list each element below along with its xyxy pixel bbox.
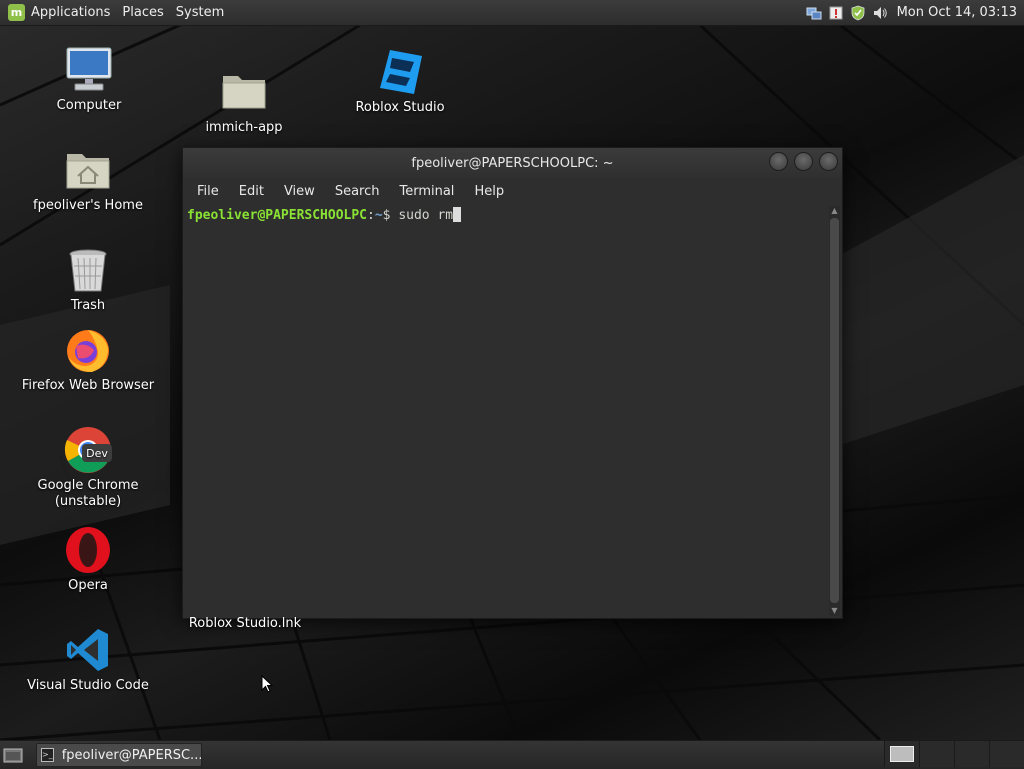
shield-icon[interactable] [850, 5, 866, 21]
desktop-icon-opera[interactable]: Opera [18, 526, 158, 594]
clock[interactable]: Mon Oct 14, 03:13 [897, 5, 1017, 20]
vscode-icon [64, 626, 112, 674]
prompt-separator: : [367, 208, 375, 223]
menu-file[interactable]: File [187, 184, 229, 199]
desktop-icon-roblox-studio[interactable]: Roblox Studio [330, 48, 470, 116]
menu-view[interactable]: View [274, 184, 325, 199]
menu-search[interactable]: Search [325, 184, 390, 199]
chrome-dev-icon: Dev [64, 426, 112, 474]
scroll-thumb[interactable] [830, 218, 839, 603]
applications-menu[interactable]: m Applications [0, 0, 116, 25]
menu-terminal[interactable]: Terminal [389, 184, 464, 199]
prompt-path: ~ [374, 208, 383, 223]
folder-icon [220, 68, 268, 116]
roblox-studio-icon [376, 48, 424, 96]
workspace-switcher [884, 741, 1024, 769]
workspace-2[interactable] [919, 741, 954, 767]
linux-mint-logo-icon: m [8, 4, 25, 21]
desktop-icon-immich-app[interactable]: immich-app [174, 68, 314, 136]
prompt-dollar: $ [382, 208, 391, 223]
network-icon[interactable] [806, 5, 822, 21]
close-button[interactable] [819, 152, 838, 171]
desktop-icon-trash[interactable]: Trash [18, 246, 158, 314]
desktop-icon-firefox[interactable]: Firefox Web Browser [18, 326, 158, 394]
places-menu-label: Places [122, 5, 164, 20]
taskbar-item-label: fpeoliver@PAPERSC... [61, 747, 202, 763]
opera-icon [64, 526, 112, 574]
dev-badge: Dev [86, 447, 108, 460]
volume-icon[interactable] [872, 5, 888, 21]
prompt-user-host: fpeoliver@PAPERSCHOOLPC [187, 208, 368, 223]
applications-menu-label: Applications [31, 5, 111, 20]
desktop-icon-label: Computer [56, 98, 122, 113]
terminal-scrollbar[interactable]: ▲ ▼ [829, 206, 840, 616]
show-desktop-icon[interactable] [2, 744, 24, 766]
desktop-icon-label: Roblox Studio.lnk [188, 616, 302, 631]
desktop-icon-roblox-studio-lnk[interactable]: Roblox Studio.lnk [175, 616, 315, 631]
desktop-icon-label: immich-app [205, 120, 283, 135]
terminal-icon: >_ [41, 748, 54, 762]
system-menu-label: System [175, 5, 225, 20]
command-input[interactable]: sudo rm [391, 208, 453, 223]
system-menu[interactable]: System [170, 0, 230, 25]
computer-icon [65, 46, 113, 94]
bottom-panel: >_ fpeoliver@PAPERSC... [0, 740, 1024, 769]
terminal-titlebar[interactable]: fpeoliver@PAPERSCHOOLPC: ~ [183, 148, 842, 178]
scroll-down-arrow-icon[interactable]: ▼ [829, 606, 840, 616]
workspace-1[interactable] [884, 741, 919, 767]
scroll-up-arrow-icon[interactable]: ▲ [829, 206, 840, 216]
mouse-pointer-icon [261, 674, 274, 697]
desktop-icon-label: Trash [70, 298, 106, 313]
desktop-icon-vscode[interactable]: Visual Studio Code [18, 626, 158, 694]
desktop-icon-label: Firefox Web Browser [21, 378, 155, 393]
desktop-icon-label: Opera [68, 578, 108, 593]
workspace-4[interactable] [989, 741, 1024, 767]
desktop-icon-label: Google Chrome (unstable) [37, 478, 139, 509]
home-folder-icon [64, 146, 112, 194]
text-cursor [453, 207, 462, 222]
terminal-window[interactable]: fpeoliver@PAPERSCHOOLPC: ~ File Edit Vie… [182, 147, 843, 619]
desktop-icon-home[interactable]: fpeoliver's Home [18, 146, 158, 214]
maximize-button[interactable] [794, 152, 813, 171]
trash-icon [64, 246, 112, 294]
desktop-icon-chrome-dev[interactable]: Dev Google Chrome (unstable) [18, 426, 158, 510]
firefox-icon [64, 326, 112, 374]
menu-help[interactable]: Help [464, 184, 514, 199]
workspace-3[interactable] [954, 741, 989, 767]
top-panel: m Applications Places System Mon Oct 14,… [0, 0, 1024, 26]
taskbar-item-terminal[interactable]: >_ fpeoliver@PAPERSC... [36, 743, 202, 767]
terminal-title: fpeoliver@PAPERSCHOOLPC: ~ [411, 155, 614, 171]
menu-edit[interactable]: Edit [229, 184, 274, 199]
terminal-menubar: File Edit View Search Terminal Help [183, 178, 842, 204]
desktop-icon-label: fpeoliver's Home [33, 198, 143, 213]
places-menu[interactable]: Places [116, 0, 169, 25]
minimize-button[interactable] [769, 152, 788, 171]
update-manager-icon[interactable] [828, 5, 844, 21]
desktop-icon-label: Roblox Studio [355, 100, 445, 115]
desktop-icon-computer[interactable]: Computer [19, 46, 159, 114]
desktop-icon-label: Visual Studio Code [27, 678, 149, 693]
terminal-output[interactable]: fpeoliver@PAPERSCHOOLPC:~$ sudo rm [183, 205, 827, 617]
